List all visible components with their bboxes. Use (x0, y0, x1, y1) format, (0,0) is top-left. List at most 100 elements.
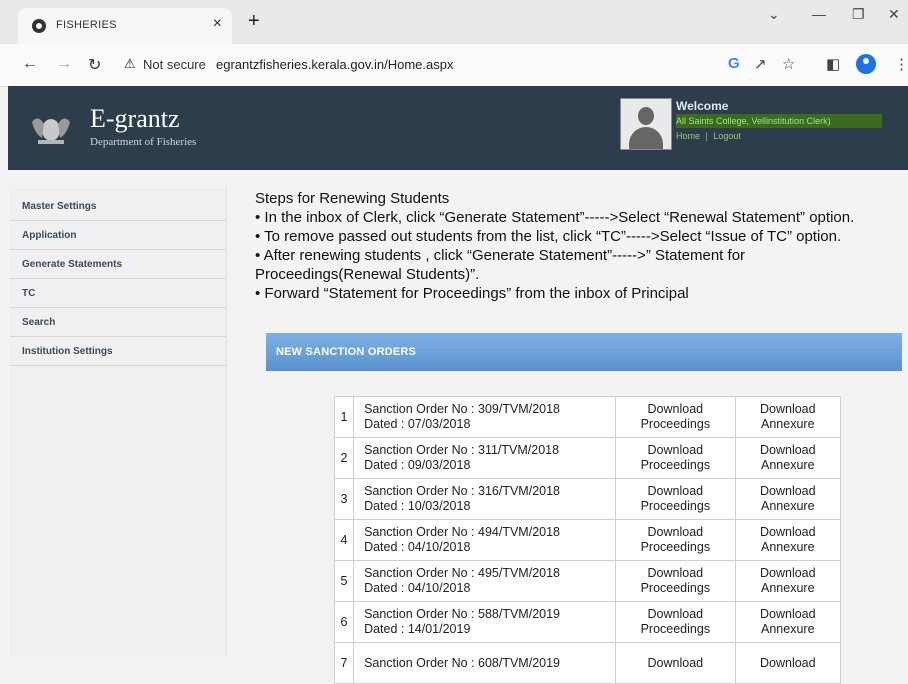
link-line: Proceedings (640, 581, 711, 595)
sidebar-item-label: Institution Settings (22, 346, 113, 357)
link-line: Annexure (761, 540, 815, 554)
sanction-order-cell: Sanction Order No : 495/TVM/2018 Dated : … (353, 560, 617, 602)
link-line: Annexure (761, 458, 815, 472)
sidebar-item-label: TC (22, 288, 36, 299)
step-line: Proceedings(Renewal Students)”. (255, 266, 480, 283)
row-number: 6 (333, 601, 355, 643)
sanction-order-number: Sanction Order No : 311/TVM/2018 (364, 443, 560, 457)
url-field[interactable]: egrantzfisheries.kerala.gov.in/Home.aspx (216, 57, 454, 72)
sidebar-item-search[interactable]: Search (10, 308, 226, 337)
logout-link[interactable]: Logout (713, 131, 741, 141)
download-annexure-link[interactable]: Download Annexure (734, 601, 842, 643)
row-number: 3 (333, 478, 355, 520)
sidebar-item-master-settings[interactable]: Master Settings (10, 192, 226, 221)
download-annexure-link[interactable]: Download Annexure (734, 437, 842, 479)
download-proceedings-link[interactable]: Download Proceedings (615, 478, 736, 520)
download-proceedings-link[interactable]: Download Proceedings (615, 519, 736, 561)
sidebar-item-application[interactable]: Application (10, 221, 226, 250)
link-line: Proceedings (640, 417, 711, 431)
sanction-order-date: Dated : 07/03/2018 (364, 417, 471, 431)
table-row: 6 Sanction Order No : 588/TVM/2019 Dated :… (333, 601, 842, 643)
address-bar: ← → ↻ ⚠ Not secure egrantzfisheries.kera… (0, 44, 908, 87)
close-tab-icon[interactable]: × (213, 15, 222, 33)
sidebar-item-institution-settings[interactable]: Institution Settings (10, 337, 226, 366)
link-line: Annexure (761, 417, 815, 431)
link-line: Annexure (761, 622, 815, 636)
step-line: • To remove passed out students from the… (255, 228, 842, 245)
side-panel-icon[interactable]: ◧ (826, 55, 840, 73)
link-line: Download (647, 443, 704, 457)
link-line: Proceedings (640, 499, 711, 513)
warning-icon[interactable]: ⚠ (124, 56, 136, 72)
profile-icon[interactable] (856, 54, 876, 74)
sanction-order-number: Sanction Order No : 588/TVM/2019 (364, 607, 560, 621)
link-line: Download (647, 655, 704, 670)
sanction-order-date: Dated : 04/10/2018 (364, 540, 471, 554)
bookmark-star-icon[interactable]: ☆ (782, 55, 795, 73)
site-logo-subtitle: Department of Fisheries (90, 136, 197, 148)
sanction-order-date: Dated : 14/01/2019 (364, 622, 471, 636)
link-line: Download (647, 607, 704, 621)
google-icon[interactable]: G (728, 55, 740, 72)
sanction-order-date: Dated : 04/10/2018 (364, 581, 471, 595)
sanction-orders-banner: NEW SANCTION ORDERS (266, 333, 902, 371)
close-window-icon[interactable]: ✕ (888, 6, 900, 23)
browser-tab[interactable]: FISHERIES × (18, 8, 232, 44)
step-line: • Forward “Statement for Proceedings” fr… (255, 285, 689, 302)
sidebar-item-label: Master Settings (22, 201, 97, 212)
minimize-icon[interactable]: — (812, 6, 826, 22)
download-proceedings-link[interactable]: Download Proceedings (615, 437, 736, 479)
download-proceedings-link[interactable]: Download Proceedings (615, 601, 736, 643)
download-annexure-link[interactable]: Download Annexure (734, 478, 842, 520)
table-row: 2 Sanction Order No : 311/TVM/2018 Dated :… (333, 437, 842, 479)
row-number: 7 (333, 642, 355, 684)
link-line: Proceedings (640, 622, 711, 636)
forward-icon[interactable]: → (56, 55, 72, 73)
sidebar-item-tc[interactable]: TC (10, 279, 226, 308)
site-logo-title[interactable]: E-grantz (90, 104, 180, 134)
link-line: Annexure (761, 499, 815, 513)
download-annexure-link[interactable]: Download Annexure (734, 519, 842, 561)
share-icon[interactable]: ↗ (754, 55, 767, 73)
home-link[interactable]: Home (676, 131, 700, 141)
link-line: Annexure (761, 581, 815, 595)
link-line: Download (759, 484, 816, 498)
new-tab-button[interactable]: + (248, 10, 260, 33)
menu-dots-icon[interactable]: ⋮ (894, 55, 908, 73)
back-icon[interactable]: ← (22, 55, 38, 73)
security-label[interactable]: Not secure (143, 57, 206, 72)
download-proceedings-link[interactable]: Download Proceedings (615, 560, 736, 602)
download-annexure-link[interactable]: Download (734, 642, 842, 684)
link-separator: | (705, 131, 708, 141)
link-line: Download (759, 525, 816, 539)
download-proceedings-link[interactable]: Download Proceedings (615, 396, 736, 438)
sidebar-item-label: Generate Statements (22, 259, 123, 270)
steps-title: Steps for Renewing Students (255, 190, 450, 207)
link-line: Download (759, 655, 816, 670)
sanction-order-cell: Sanction Order No : 316/TVM/2018 Dated : … (353, 478, 617, 520)
globe-icon (32, 19, 46, 33)
table-row: 1 Sanction Order No : 309/TVM/2018 Dated :… (333, 396, 842, 438)
reload-icon[interactable]: ↻ (88, 55, 101, 75)
link-line: Download (759, 566, 816, 580)
user-head-icon (638, 107, 654, 125)
link-line: Proceedings (640, 540, 711, 554)
download-proceedings-link[interactable]: Download (615, 642, 736, 684)
download-annexure-link[interactable]: Download Annexure (734, 396, 842, 438)
sanction-order-number: Sanction Order No : 309/TVM/2018 (364, 402, 560, 416)
download-annexure-link[interactable]: Download Annexure (734, 560, 842, 602)
sanction-orders-table: 1 Sanction Order No : 309/TVM/2018 Dated :… (333, 396, 842, 684)
tab-title: FISHERIES (56, 19, 117, 31)
link-line: Download (759, 402, 816, 416)
link-line: Download (759, 443, 816, 457)
avatar (620, 98, 672, 150)
header-links: Home | Logout (676, 131, 744, 141)
user-body-icon (629, 127, 663, 149)
row-number: 4 (333, 519, 355, 561)
sidebar-item-generate-statements[interactable]: Generate Statements (10, 250, 226, 279)
sidebar: Master Settings Application Generate Sta… (10, 186, 227, 656)
restore-icon[interactable]: ❐ (852, 6, 865, 23)
sanction-order-cell: Sanction Order No : 588/TVM/2019 Dated : … (353, 601, 617, 643)
kerala-emblem-icon (32, 118, 70, 144)
tab-list-icon[interactable]: ⌄ (768, 6, 780, 23)
